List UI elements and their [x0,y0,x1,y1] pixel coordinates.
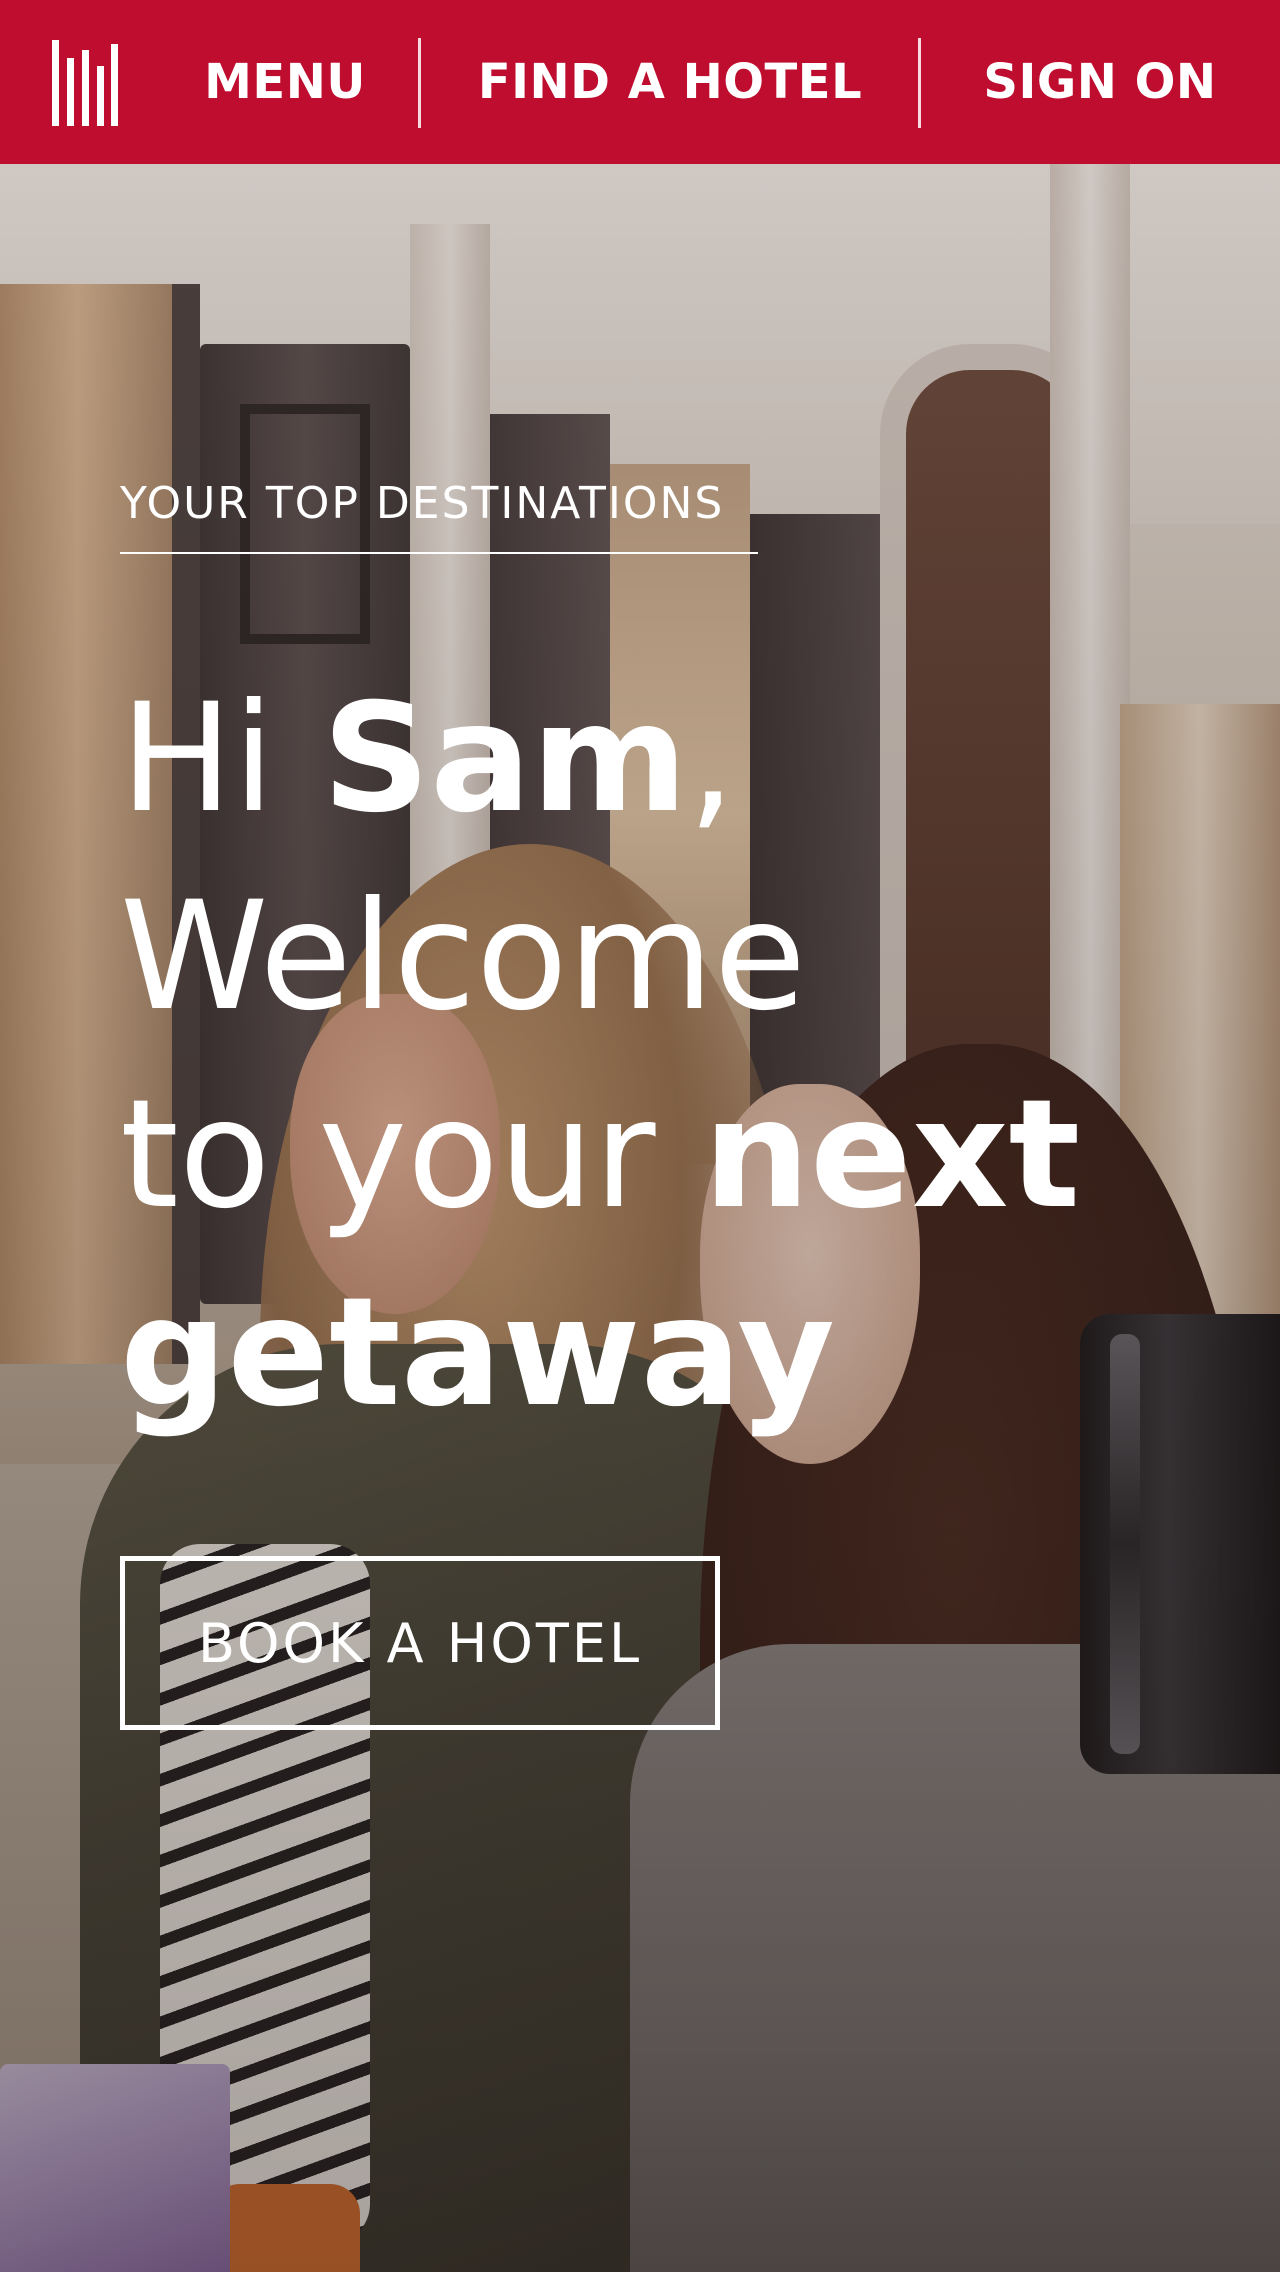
sign-on-label: SIGN ON [983,54,1217,110]
headline-thin-text: to your [120,1068,704,1242]
eyebrow-underline [120,552,758,554]
section-eyebrow: YOUR TOP DESTINATIONS [120,478,725,529]
brand-bars-logo-icon[interactable] [52,40,118,126]
greeting-comma: , [687,672,736,846]
user-name: Sam [322,672,688,846]
headline-line-4: getaway [120,1266,835,1440]
sign-on-button[interactable]: SIGN ON [920,0,1280,164]
find-a-hotel-button[interactable]: FIND A HOTEL [420,0,920,164]
find-a-hotel-label: FIND A HOTEL [477,54,863,110]
book-a-hotel-label: BOOK A HOTEL [197,1611,643,1675]
book-a-hotel-button[interactable]: BOOK A HOTEL [120,1556,720,1730]
headline-line-3: to your next [120,1056,1220,1254]
menu-label: MENU [204,54,366,110]
welcome-headline: Hi Sam, Welcome to your next getaway [120,660,1220,1452]
headline-bold-text: next [703,1068,1081,1242]
top-navigation-bar: MENU FIND A HOTEL SIGN ON [0,0,1280,164]
headline-line-1: Hi Sam, [120,660,1220,858]
menu-button[interactable]: MENU [150,0,420,164]
headline-line-2: Welcome [120,870,807,1044]
greeting-text: Hi [120,672,323,846]
